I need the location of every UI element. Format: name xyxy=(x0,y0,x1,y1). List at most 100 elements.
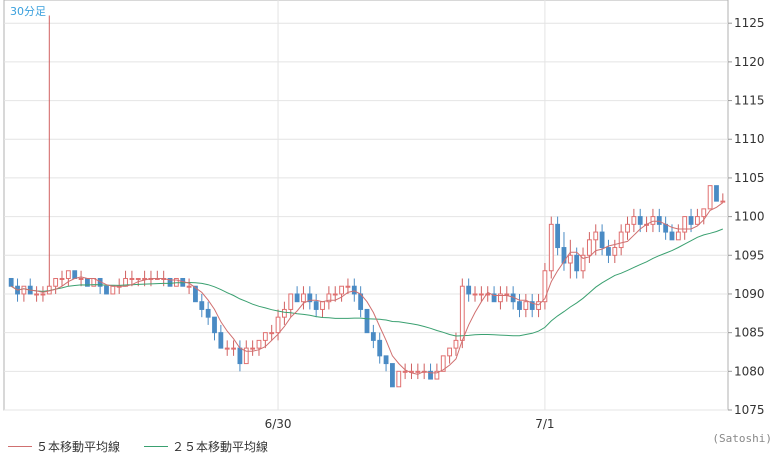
candle-body xyxy=(205,308,211,318)
candle-body xyxy=(402,370,408,373)
ma5-legend-label: ５本移動平均線 xyxy=(36,440,121,454)
candle-body xyxy=(453,339,459,349)
candle-body xyxy=(701,208,707,218)
candle-body xyxy=(396,370,402,388)
candle-body xyxy=(669,231,675,241)
candle-body xyxy=(586,239,592,256)
candle-body xyxy=(8,277,14,287)
candle-body xyxy=(72,270,78,279)
candle-body xyxy=(351,285,357,295)
candle-body xyxy=(606,247,611,256)
y-tick-label: 1085 xyxy=(734,326,765,340)
y-tick-label: 1125 xyxy=(734,16,765,30)
candle-body xyxy=(256,339,262,349)
candle-body xyxy=(707,185,713,210)
candle-body xyxy=(110,285,116,295)
chart-canvas: 1075 1080 1085 1090 1095 1100 1105 1110 1115 1120… xyxy=(3,0,765,431)
timeframe-label: 30分足 xyxy=(10,5,46,18)
ma25-swatch xyxy=(144,446,169,447)
candle-body xyxy=(65,270,71,279)
candle-body xyxy=(695,216,700,225)
candle-body xyxy=(250,347,256,350)
candle-body xyxy=(555,223,561,249)
candle-body xyxy=(517,301,522,310)
candle-body xyxy=(212,316,217,334)
candle-body xyxy=(714,185,719,202)
candle-body xyxy=(294,293,300,303)
candle-body xyxy=(574,254,580,272)
candle-body xyxy=(199,301,205,310)
candle-body xyxy=(313,301,319,310)
y-tick-label: 1120 xyxy=(734,55,765,69)
y-tick-label: 1080 xyxy=(734,364,765,378)
candle-body xyxy=(40,293,46,296)
candle-body xyxy=(599,231,605,249)
candle-body xyxy=(523,301,529,310)
candle-body xyxy=(34,293,39,296)
candle-body xyxy=(339,285,344,295)
candle-body xyxy=(631,216,637,225)
candle-body xyxy=(504,293,510,296)
candle-body xyxy=(21,285,27,295)
candle-body xyxy=(618,231,624,249)
candle-body xyxy=(364,308,370,334)
y-tick-label: 1075 xyxy=(734,403,765,417)
candle-body xyxy=(447,347,453,357)
candlestick-chart: 1075 1080 1085 1090 1095 1100 1105 1110 1115 1120… xyxy=(0,0,784,462)
candle-body xyxy=(688,216,694,225)
candle-body xyxy=(625,223,630,233)
candle-body xyxy=(320,301,325,310)
y-tick-label: 1090 xyxy=(734,287,765,301)
candle-body xyxy=(459,285,465,341)
candle-body xyxy=(59,277,65,280)
candle-body xyxy=(135,277,141,280)
candle-body xyxy=(53,277,59,287)
candle-body xyxy=(332,293,338,296)
x-tick-label: 7/1 xyxy=(535,417,554,430)
y-tick-label: 1110 xyxy=(734,132,765,146)
candle-body xyxy=(548,223,554,272)
candle-body xyxy=(231,347,236,350)
candle-body xyxy=(129,277,135,280)
candle-body xyxy=(472,293,478,296)
candle-body xyxy=(637,216,643,225)
candle-body xyxy=(262,332,268,341)
legend-item-ma5: ５本移動平均線 xyxy=(8,438,120,455)
candle-body xyxy=(593,231,599,241)
ma5-swatch xyxy=(8,446,32,447)
candle-body xyxy=(281,308,287,318)
candle-body xyxy=(542,270,548,303)
credit-label: (Satoshi) xyxy=(712,432,772,445)
y-tick-label: 1115 xyxy=(734,94,765,108)
candle-body xyxy=(650,216,656,225)
x-tick-label: 6/30 xyxy=(265,417,292,430)
candle-body xyxy=(237,347,243,365)
candle-body xyxy=(466,285,472,295)
legend-item-ma25: ２５本移動平均線 xyxy=(144,438,268,455)
candle-body xyxy=(186,285,192,288)
candle-body xyxy=(370,332,376,341)
candle-body xyxy=(301,293,306,303)
candle-body xyxy=(383,355,389,365)
candle-body xyxy=(567,254,573,264)
y-tick-label: 1100 xyxy=(734,210,765,224)
candle-body xyxy=(345,285,351,288)
candle-body xyxy=(656,216,662,225)
candle-body xyxy=(682,216,688,233)
candle-body xyxy=(675,231,681,241)
ma25-legend-label: ２５本移動平均線 xyxy=(172,440,269,454)
candle-body xyxy=(275,316,281,334)
legend: ５本移動平均線 ２５本移動平均線 xyxy=(8,438,268,455)
candle-body xyxy=(288,293,294,310)
candle-body xyxy=(224,347,230,350)
candle-body xyxy=(390,363,395,388)
candle-body xyxy=(218,332,224,349)
candle-body xyxy=(269,332,275,335)
candle-body xyxy=(104,285,109,295)
y-tick-label: 1095 xyxy=(734,248,765,262)
candle-body xyxy=(612,247,618,256)
y-tick-label: 1105 xyxy=(734,171,765,185)
candle-body xyxy=(415,370,421,373)
candle-body xyxy=(78,277,84,280)
candle-body xyxy=(720,200,726,203)
